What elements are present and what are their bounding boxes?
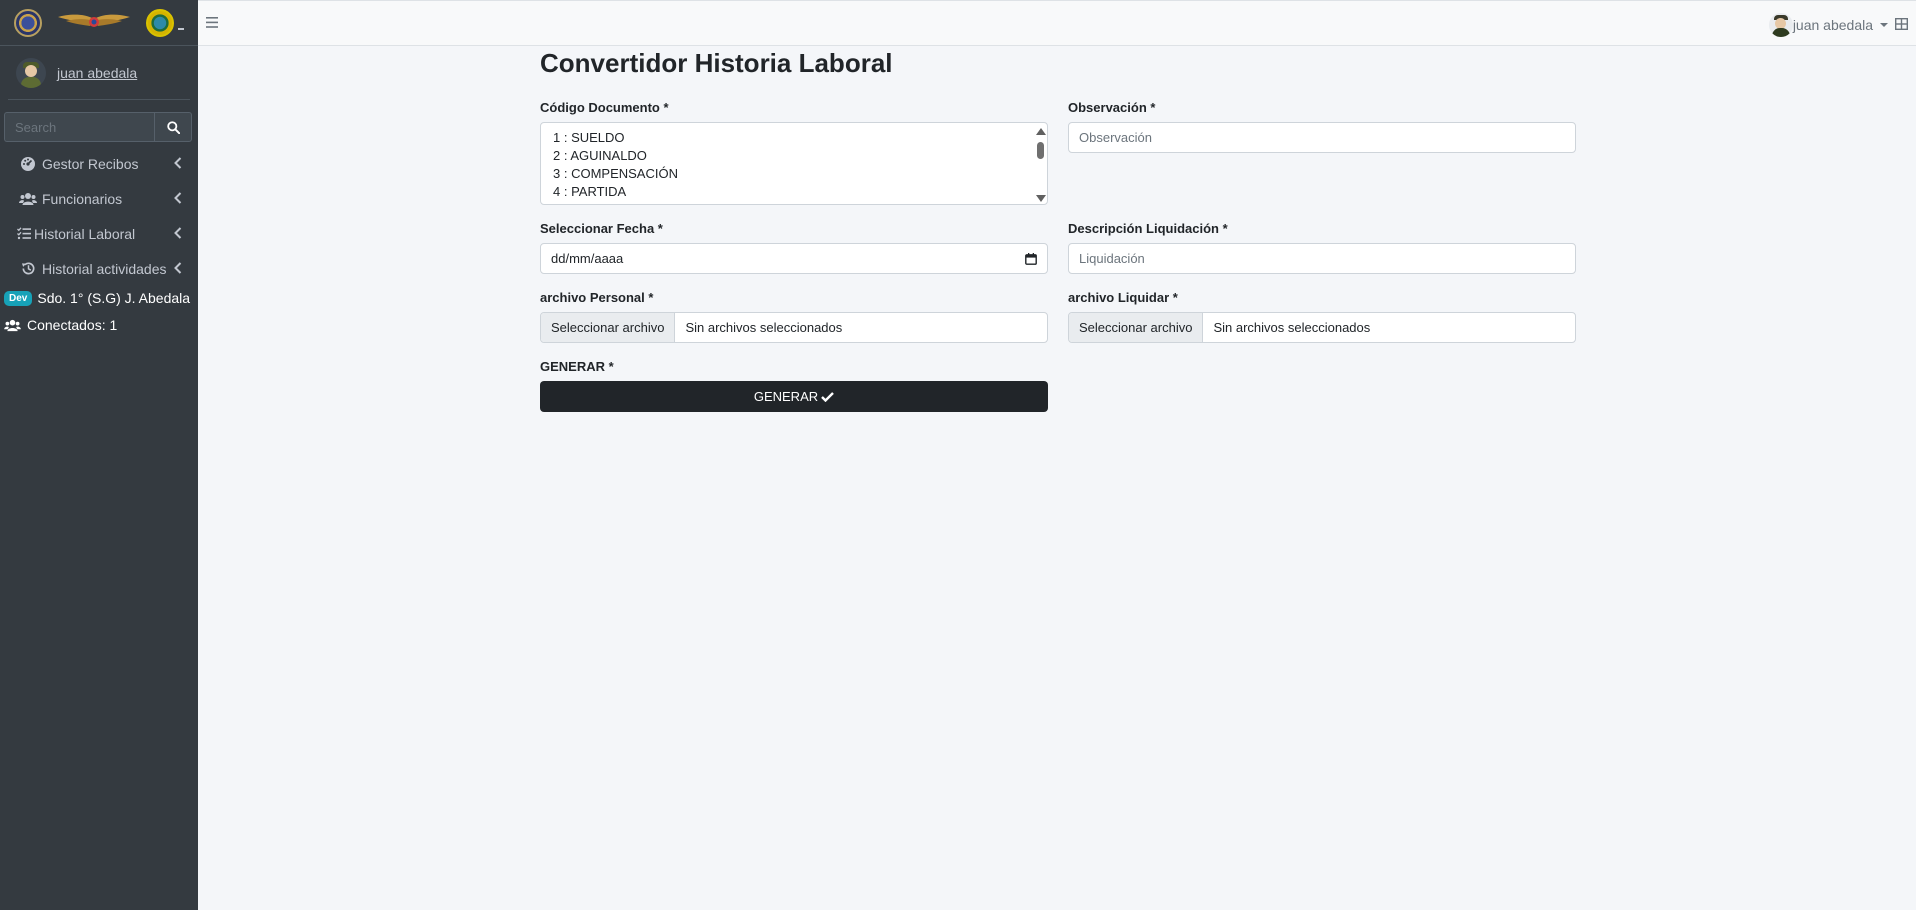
check-icon: [821, 391, 834, 402]
sidebar-item-gestor-recibos[interactable]: Gestor Recibos: [0, 146, 198, 181]
listbox-scrollbar[interactable]: [1035, 126, 1046, 202]
connected-row: Conectados: 1: [0, 310, 198, 340]
list-check-icon: [16, 227, 32, 240]
top-navbar: juan abedala: [198, 0, 1916, 46]
file-status: Sin archivos seleccionados: [1213, 320, 1371, 335]
codigo-documento-label: Código Documento *: [540, 100, 669, 115]
scroll-thumb[interactable]: [1037, 142, 1044, 159]
user-avatar: [1768, 13, 1793, 37]
descripcion-field-wrap: [1068, 243, 1576, 274]
user-panel: juan abedala: [8, 46, 190, 100]
dev-user-row: Dev Sdo. 1° (S.G) J. Abedala: [0, 286, 198, 310]
file-status: Sin archivos seleccionados: [685, 320, 843, 335]
shield-logo: [146, 9, 174, 37]
tachometer-icon: [18, 156, 38, 172]
emblem-logo: [14, 8, 42, 37]
dev-user-name: Sdo. 1° (S.G) J. Abedala: [37, 290, 191, 306]
archivo-personal-label: archivo Personal *: [540, 290, 654, 305]
search-icon: [166, 120, 180, 134]
observacion-field-wrap: [1068, 122, 1576, 153]
menu-icon[interactable]: [206, 17, 218, 28]
wings-logo: [58, 14, 130, 27]
users-icon: [4, 319, 21, 331]
observacion-input[interactable]: [1069, 123, 1575, 152]
archivo-liquidar-input[interactable]: Seleccionar archivo Sin archivos selecci…: [1068, 312, 1576, 343]
connected-count: Conectados: 1: [27, 317, 118, 333]
sidebar-item-funcionarios[interactable]: Funcionarios: [0, 181, 198, 216]
user-dropdown[interactable]: juan abedala: [1768, 13, 1888, 37]
calendar-icon[interactable]: [1025, 252, 1037, 265]
grid-icon[interactable]: [1895, 18, 1908, 30]
archivo-liquidar-label: archivo Liquidar *: [1068, 290, 1178, 305]
chevron-left-icon: [174, 262, 182, 274]
codigo-option[interactable]: 2 : AGUINALDO: [553, 147, 1047, 165]
codigo-option[interactable]: 4 : PARTIDA: [553, 183, 1047, 201]
caret-down-icon: [1880, 23, 1888, 27]
fecha-value: dd/mm/aaaa: [551, 251, 624, 266]
user-avatar: [16, 57, 46, 88]
sidebar-search: [4, 112, 193, 142]
sidebar-menu: Gestor Recibos Funcionarios Historial La…: [0, 146, 198, 286]
sidebar-item-label: Funcionarios: [42, 190, 123, 207]
brand-dash: [178, 28, 184, 30]
chevron-left-icon: [174, 192, 182, 204]
scroll-up-icon[interactable]: [1036, 128, 1046, 135]
sidebar-item-historial-laboral[interactable]: Historial Laboral: [0, 216, 198, 251]
codigo-option[interactable]: 3 : COMPENSACIÓN: [553, 165, 1047, 183]
fecha-label: Seleccionar Fecha *: [540, 221, 663, 236]
chevron-left-icon: [174, 157, 182, 169]
history-icon: [18, 261, 38, 276]
search-input[interactable]: [4, 112, 154, 142]
descripcion-input[interactable]: [1069, 244, 1575, 273]
archivo-personal-input[interactable]: Seleccionar archivo Sin archivos selecci…: [540, 312, 1048, 343]
sidebar-item-historial-actividades[interactable]: Historial actividades: [0, 251, 198, 286]
descripcion-label: Descripción Liquidación *: [1068, 221, 1228, 236]
observacion-label: Observación *: [1068, 100, 1156, 115]
codigo-documento-select[interactable]: 1 : SUELDO 2 : AGUINALDO 3 : COMPENSACIÓ…: [540, 122, 1048, 205]
generar-button[interactable]: GENERAR: [540, 381, 1048, 412]
scroll-down-icon[interactable]: [1036, 195, 1046, 202]
generar-button-label: GENERAR: [753, 389, 819, 404]
sidebar-item-label: Historial actividades: [42, 260, 167, 277]
chevron-left-icon: [174, 227, 182, 239]
select-file-button[interactable]: Seleccionar archivo: [1069, 313, 1204, 342]
user-name: juan abedala: [1792, 17, 1873, 33]
sidebar-item-label: Gestor Recibos: [42, 155, 139, 172]
fecha-input[interactable]: dd/mm/aaaa: [540, 243, 1048, 274]
search-button[interactable]: [154, 112, 192, 142]
dev-badge: Dev: [4, 290, 33, 306]
user-name-link[interactable]: juan abedala: [57, 65, 137, 81]
brand-logos[interactable]: [0, 0, 198, 46]
select-file-button[interactable]: Seleccionar archivo: [541, 313, 676, 342]
codigo-option[interactable]: 1 : SUELDO: [553, 129, 1047, 147]
sidebar-item-label: Historial Laboral: [34, 225, 136, 242]
users-icon: [18, 192, 38, 206]
page-title: Convertidor Historia Laboral: [540, 48, 893, 78]
main-sidebar: juan abedala Gestor Recibos Funcionarios: [0, 0, 198, 910]
generar-label: GENERAR *: [540, 359, 614, 374]
